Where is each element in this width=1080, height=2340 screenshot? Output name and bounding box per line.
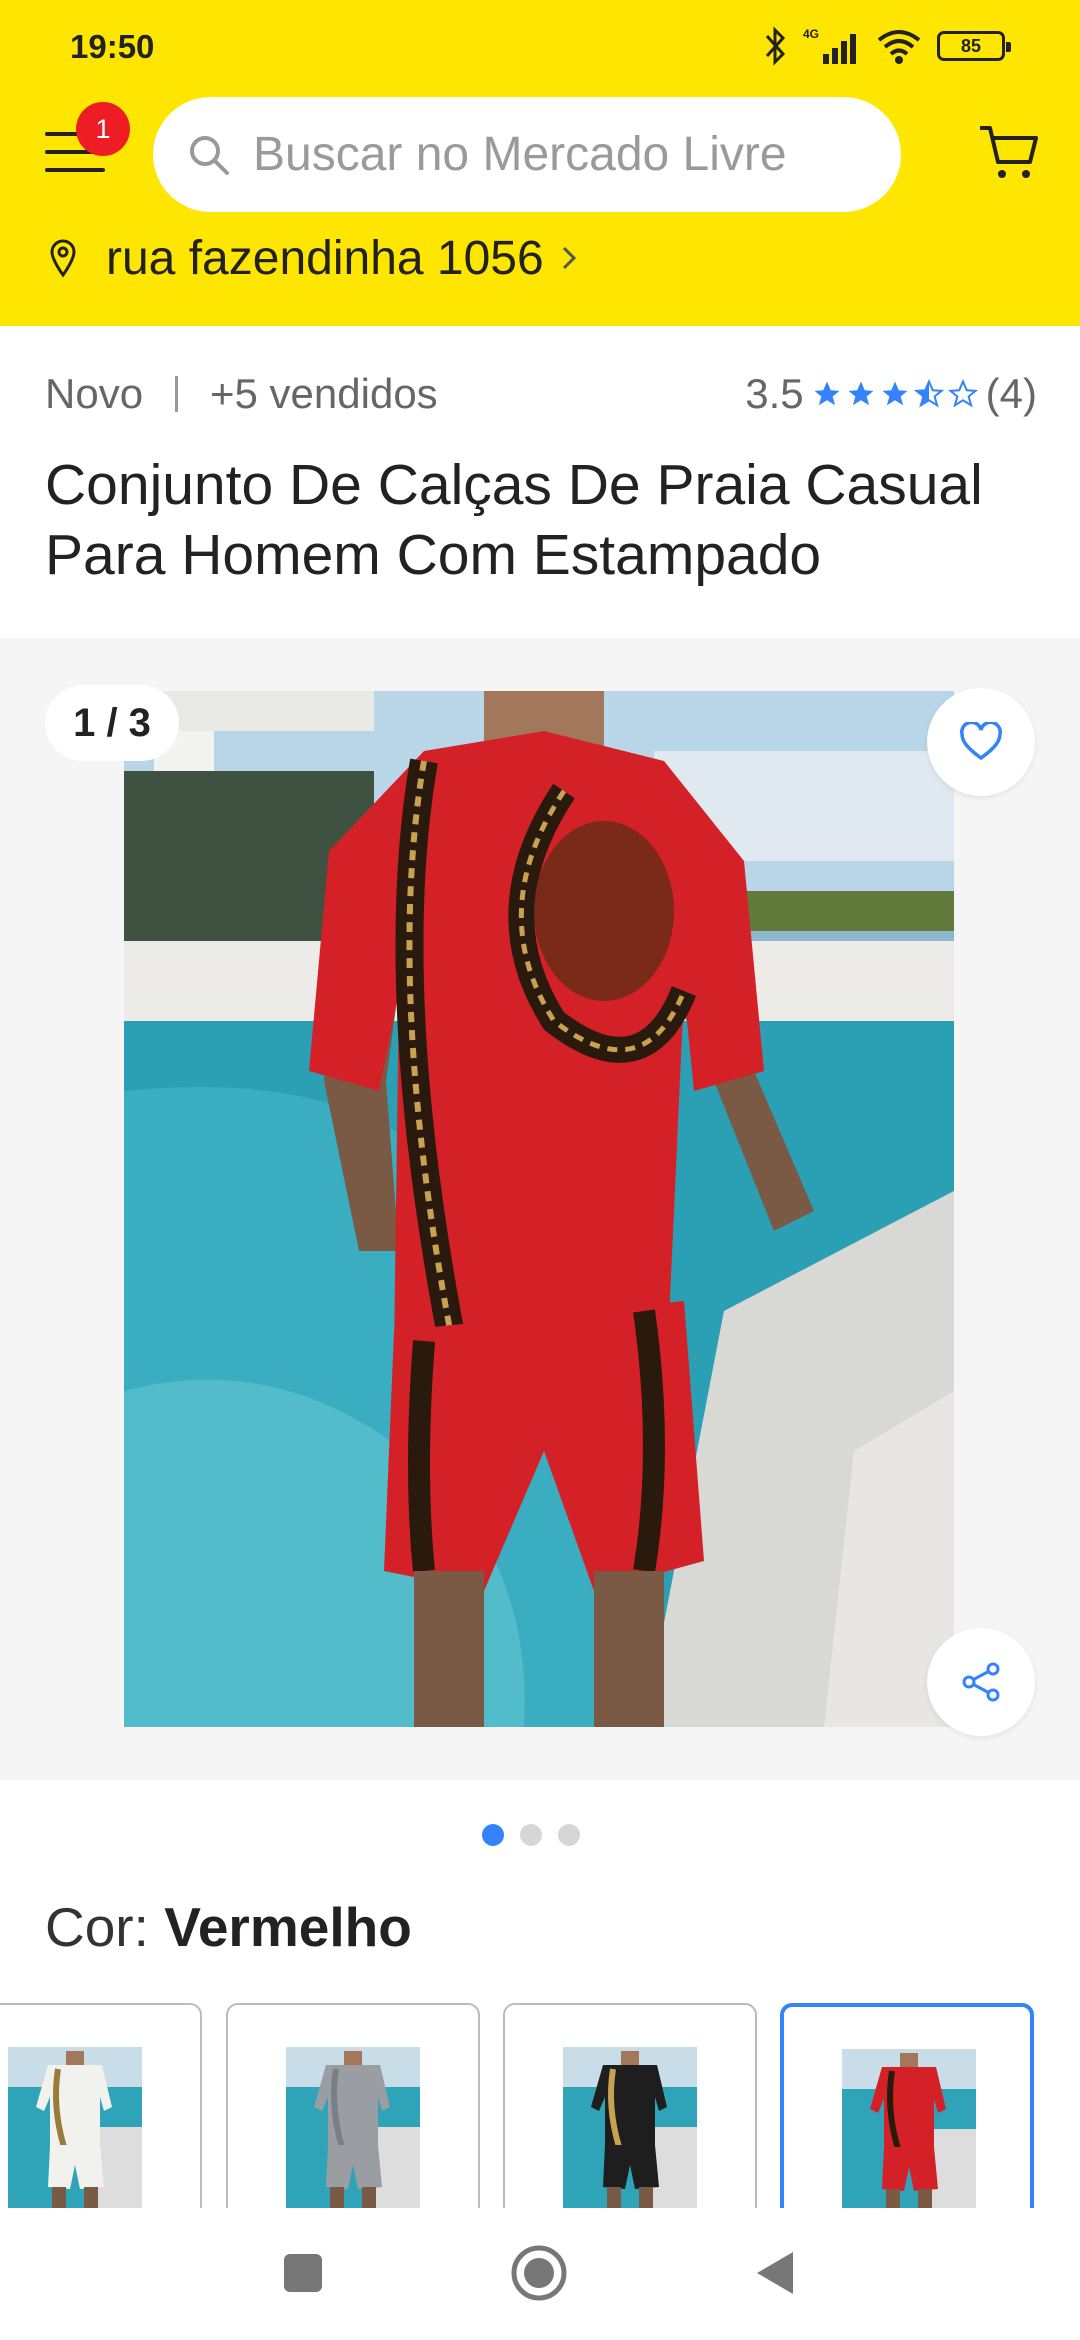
heart-icon xyxy=(960,722,1002,761)
star-full-icon xyxy=(814,381,840,406)
favorite-button[interactable] xyxy=(927,688,1035,796)
selected-color-name: Vermelho xyxy=(164,1896,412,1958)
wifi-icon xyxy=(877,30,921,64)
notification-badge: 1 xyxy=(76,102,130,156)
search-input[interactable] xyxy=(253,127,893,182)
back-triangle-icon xyxy=(757,2252,793,2294)
review-count: (4) xyxy=(985,370,1037,417)
color-option-thumbnail xyxy=(8,2047,142,2208)
address-text: rua fazendinha 1056 xyxy=(106,231,544,285)
network-type-label: 4G xyxy=(803,27,819,41)
rating-stars xyxy=(812,379,978,409)
search-bar[interactable] xyxy=(153,97,901,212)
chevron-right-icon xyxy=(562,246,576,270)
status-time: 19:50 xyxy=(70,28,155,65)
delivery-address[interactable]: rua fazendinha 1056 xyxy=(48,226,578,290)
share-button[interactable] xyxy=(927,1628,1035,1736)
rating-value: 3.5 xyxy=(745,370,804,417)
square-icon xyxy=(284,2254,322,2292)
sold-count: +5 vendidos xyxy=(210,370,438,417)
color-option-white-gold[interactable] xyxy=(0,2003,202,2208)
system-navigation-bar xyxy=(0,2208,1080,2340)
home-button[interactable] xyxy=(504,2238,574,2308)
star-half-icon xyxy=(913,379,944,408)
color-option-thumbnail xyxy=(286,2047,420,2208)
cart-icon[interactable] xyxy=(978,122,1042,182)
image-gallery[interactable]: 1 / 3 xyxy=(0,638,1080,1780)
color-option-thumbnail xyxy=(563,2047,697,2208)
color-selection-label: Cor: Vermelho xyxy=(45,1895,412,1959)
bluetooth-icon xyxy=(765,26,786,66)
location-pin-icon xyxy=(50,239,76,278)
app-header: 19:50 4G 85 1 Buscar no Mercado Livre ru… xyxy=(0,0,1080,326)
meta-divider xyxy=(175,376,178,412)
star-full-icon xyxy=(848,381,874,406)
color-option-black-gold[interactable] xyxy=(503,2003,757,2208)
image-counter: 1 / 3 xyxy=(45,685,179,761)
search-icon xyxy=(190,135,229,175)
color-options xyxy=(0,2003,1080,2208)
star-full-icon xyxy=(882,381,908,406)
color-option-red[interactable] xyxy=(780,2003,1034,2208)
product-meta: Novo +5 vendidos 3.5 (4) xyxy=(45,370,1045,426)
color-option-gray[interactable] xyxy=(226,2003,480,2208)
condition-label: Novo xyxy=(45,370,144,417)
pagination-dot xyxy=(558,1824,580,1846)
status-bar: 19:50 4G 85 xyxy=(0,0,1080,90)
status-icons: 4G 85 xyxy=(763,24,1011,68)
product-title: Conjunto De Calças De Praia Casual Para … xyxy=(45,453,983,587)
rating[interactable]: 3.5 (4) xyxy=(745,370,1037,418)
cellular-signal-icon: 4G xyxy=(803,27,856,64)
pagination-dot xyxy=(520,1824,542,1846)
product-photo-illustration xyxy=(124,691,954,1727)
pagination-dot xyxy=(482,1824,504,1846)
color-option-thumbnail xyxy=(842,2049,976,2208)
share-icon xyxy=(962,1662,1000,1702)
battery-indicator: 85 xyxy=(937,31,1011,61)
gallery-pagination xyxy=(482,1824,580,1846)
back-button[interactable] xyxy=(740,2238,810,2308)
product-photo[interactable] xyxy=(124,691,954,1727)
home-circle-icon xyxy=(511,2245,567,2301)
recent-apps-button[interactable] xyxy=(268,2238,338,2308)
star-empty-icon xyxy=(947,379,978,408)
color-label-prefix: Cor: xyxy=(45,1896,165,1958)
